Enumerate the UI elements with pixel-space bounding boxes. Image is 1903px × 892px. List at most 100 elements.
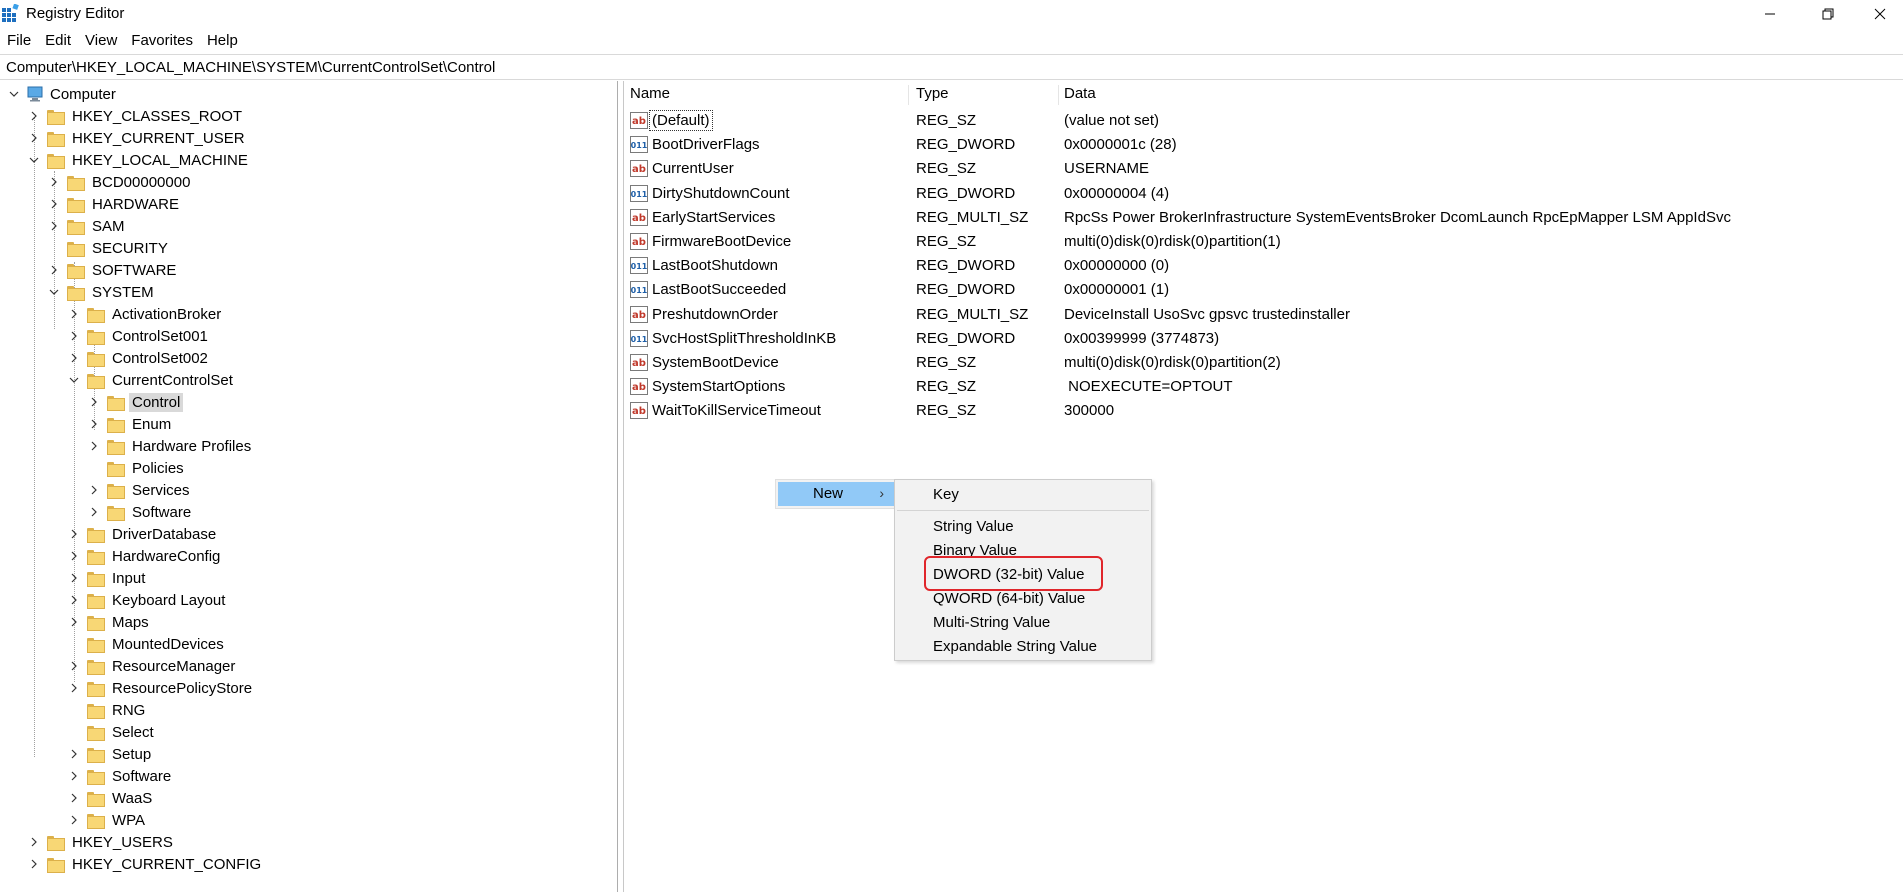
chevron-right-icon[interactable] (47, 171, 61, 193)
menu-edit[interactable]: Edit (38, 28, 78, 52)
chevron-right-icon[interactable] (67, 655, 81, 677)
value-row[interactable]: ab SystemBootDevice REG_SZ multi(0)disk(0)r… (624, 351, 1903, 375)
tree-node-activationbroker[interactable]: ActivationBroker (67, 303, 224, 325)
chevron-right-icon[interactable] (67, 765, 81, 787)
chevron-right-icon[interactable] (67, 347, 81, 369)
column-header-type[interactable]: Type (910, 85, 949, 107)
tree-node-system-software[interactable]: Software (67, 765, 174, 787)
chevron-right-icon[interactable] (47, 259, 61, 281)
tree-node-maps[interactable]: Maps (67, 611, 152, 633)
tree-node-rng[interactable]: RNG (67, 699, 148, 721)
close-button[interactable] (1852, 0, 1903, 28)
tree-node-input[interactable]: Input (67, 567, 148, 589)
tree-node-hardware[interactable]: HARDWARE (47, 193, 182, 215)
tree-node-hardwareconfig[interactable]: HardwareConfig (67, 545, 223, 567)
context-menu-new[interactable]: New › (778, 482, 894, 506)
chevron-right-icon[interactable] (87, 391, 101, 413)
tree-node-wpa[interactable]: WPA (67, 809, 148, 831)
tree-node-control[interactable]: Control (87, 391, 184, 413)
tree-node-computer[interactable]: Computer (7, 83, 119, 105)
chevron-right-icon[interactable] (87, 479, 101, 501)
tree-node-resourcepolicystore[interactable]: ResourcePolicyStore (67, 677, 255, 699)
chevron-right-icon[interactable] (67, 611, 81, 633)
chevron-right-icon[interactable] (67, 567, 81, 589)
tree-node-hkey-classes-root[interactable]: HKEY_CLASSES_ROOT (27, 105, 245, 127)
tree-node-hardware-profiles[interactable]: Hardware Profiles (87, 435, 254, 457)
chevron-right-icon[interactable] (67, 677, 81, 699)
tree-node-setup[interactable]: Setup (67, 743, 154, 765)
tree-node-hkey-current-config[interactable]: HKEY_CURRENT_CONFIG (27, 853, 264, 875)
tree-node-currentcontrolset[interactable]: CurrentControlSet (67, 369, 236, 391)
tree-node-policies[interactable]: Policies (87, 457, 187, 479)
value-row[interactable]: ab SystemStartOptions REG_SZ NOEXECUTE=OPT… (624, 375, 1903, 399)
value-row[interactable]: 011 BootDriverFlags REG_DWORD 0x0000001c (2… (624, 133, 1903, 157)
tree-node-controlset001[interactable]: ControlSet001 (67, 325, 211, 347)
tree-node-mounteddevices[interactable]: MountedDevices (67, 633, 227, 655)
chevron-right-icon[interactable] (87, 501, 101, 523)
chevron-right-icon[interactable] (67, 325, 81, 347)
value-row[interactable]: ab FirmwareBootDevice REG_SZ multi(0)disk(0… (624, 230, 1903, 254)
chevron-right-icon[interactable] (67, 743, 81, 765)
minimize-button[interactable] (1742, 0, 1798, 28)
chevron-right-icon[interactable] (27, 831, 41, 853)
menu-help[interactable]: Help (200, 28, 245, 52)
chevron-right-icon[interactable] (47, 215, 61, 237)
chevron-right-icon[interactable] (67, 303, 81, 325)
tree-node-hkey-local-machine[interactable]: HKEY_LOCAL_MACHINE (27, 149, 251, 171)
value-row[interactable]: ab (Default) REG_SZ (value not set) (624, 109, 1903, 133)
chevron-right-icon[interactable] (67, 589, 81, 611)
chevron-down-icon[interactable] (67, 369, 81, 391)
tree-node-controlset002[interactable]: ControlSet002 (67, 347, 211, 369)
column-header-data[interactable]: Data (1058, 85, 1096, 107)
tree-node-keyboard-layout[interactable]: Keyboard Layout (67, 589, 228, 611)
menu-item-key[interactable]: Key (895, 483, 1151, 507)
chevron-right-icon[interactable] (87, 435, 101, 457)
value-row[interactable]: ab PreshutdownOrder REG_MULTI_SZ DeviceInst… (624, 303, 1903, 327)
chevron-right-icon[interactable] (27, 105, 41, 127)
chevron-right-icon[interactable] (27, 127, 41, 149)
menu-item-dword-value[interactable]: DWORD (32-bit) Value (895, 563, 1151, 587)
menu-file[interactable]: File (0, 28, 38, 52)
tree-node-waas[interactable]: WaaS (67, 787, 155, 809)
value-row[interactable]: 011 LastBootSucceeded REG_DWORD 0x00000001 … (624, 278, 1903, 302)
tree-node-security[interactable]: SECURITY (47, 237, 171, 259)
chevron-right-icon[interactable] (27, 853, 41, 875)
value-row[interactable]: 011 LastBootShutdown REG_DWORD 0x00000000 (… (624, 254, 1903, 278)
tree-node-hkey-users[interactable]: HKEY_USERS (27, 831, 176, 853)
value-row[interactable]: ab CurrentUser REG_SZ USERNAME (624, 157, 1903, 181)
menu-item-multi-string-value[interactable]: Multi-String Value (895, 611, 1151, 635)
address-bar[interactable]: Computer\HKEY_LOCAL_MACHINE\SYSTEM\Curre… (0, 54, 1903, 80)
menu-view[interactable]: View (78, 28, 124, 52)
menu-item-qword-value[interactable]: QWORD (64-bit) Value (895, 587, 1151, 611)
menu-item-expandable-string-value[interactable]: Expandable String Value (895, 635, 1151, 659)
tree-node-sam[interactable]: SAM (47, 215, 128, 237)
chevron-right-icon[interactable] (87, 413, 101, 435)
value-row[interactable]: 011 SvcHostSplitThresholdInKB REG_DWORD 0x0… (624, 327, 1903, 351)
chevron-right-icon[interactable] (67, 809, 81, 831)
chevron-down-icon[interactable] (7, 83, 21, 105)
chevron-right-icon[interactable] (67, 545, 81, 567)
chevron-right-icon[interactable] (67, 523, 81, 545)
value-row[interactable]: ab WaitToKillServiceTimeout REG_SZ 300000 (624, 399, 1903, 423)
chevron-down-icon[interactable] (47, 281, 61, 303)
tree-node-bcd00000000[interactable]: BCD00000000 (47, 171, 193, 193)
menu-item-binary-value[interactable]: Binary Value (895, 539, 1151, 563)
chevron-right-icon[interactable] (47, 193, 61, 215)
tree-node-hkey-current-user[interactable]: HKEY_CURRENT_USER (27, 127, 248, 149)
tree-node-software[interactable]: SOFTWARE (47, 259, 179, 281)
tree-node-system[interactable]: SYSTEM (47, 281, 157, 303)
tree-node-ccs-software[interactable]: Software (87, 501, 194, 523)
tree-node-enum[interactable]: Enum (87, 413, 174, 435)
chevron-down-icon[interactable] (27, 149, 41, 171)
column-divider[interactable] (908, 85, 909, 105)
menu-favorites[interactable]: Favorites (124, 28, 200, 52)
tree-node-driverdatabase[interactable]: DriverDatabase (67, 523, 219, 545)
column-header-name[interactable]: Name (624, 85, 670, 107)
tree-node-services[interactable]: Services (87, 479, 193, 501)
tree-node-resourcemanager[interactable]: ResourceManager (67, 655, 238, 677)
menu-item-string-value[interactable]: String Value (895, 515, 1151, 539)
maximize-button[interactable] (1800, 0, 1856, 28)
chevron-right-icon[interactable] (67, 787, 81, 809)
value-row[interactable]: ab EarlyStartServices REG_MULTI_SZ RpcSs Po… (624, 206, 1903, 230)
tree-node-select[interactable]: Select (67, 721, 157, 743)
